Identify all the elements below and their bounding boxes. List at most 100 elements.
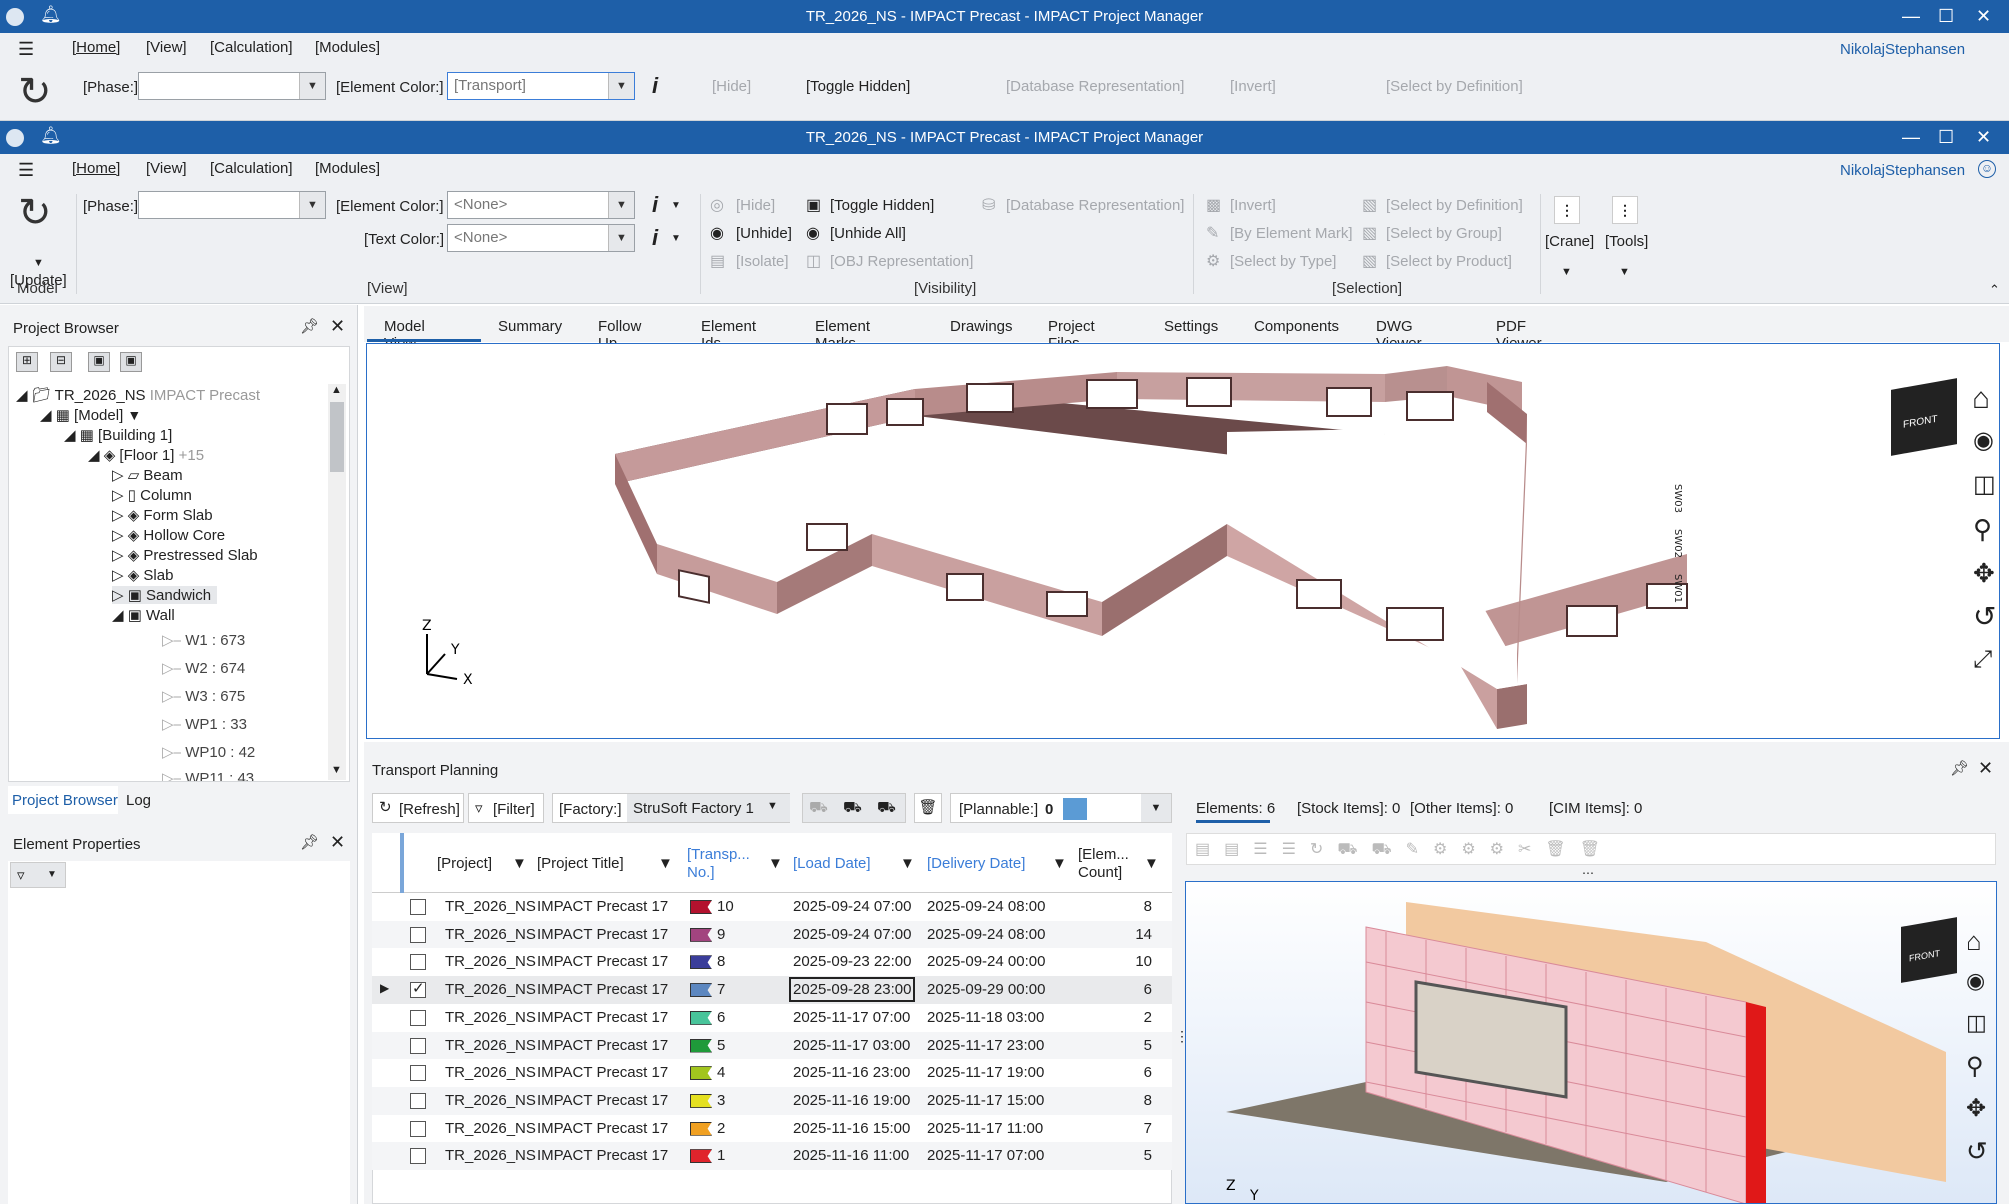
more-icon[interactable]: ⋯ — [1582, 866, 1594, 880]
tree-item-hollow-core[interactable]: ▷ ◈ Hollow Core — [112, 526, 225, 544]
text-color-combo[interactable]: <None> ▼ — [447, 224, 635, 252]
back-menu-modules[interactable]: [Modules] — [315, 39, 380, 56]
table-row[interactable]: TR_2026_NS IMPACT Precast 17 2 2025-11-16 1… — [372, 1114, 1172, 1143]
tab-summary[interactable]: Summary — [498, 318, 562, 335]
update-dropdown-icon[interactable]: ▼ — [33, 257, 44, 269]
tools-dropdown-icon[interactable]: ▼ — [1619, 266, 1630, 278]
row-checkbox[interactable] — [410, 1009, 426, 1026]
expand-all-icon[interactable]: ⊞ — [16, 352, 38, 372]
scroll-up-icon[interactable]: ▲ — [331, 384, 342, 396]
unhide-all-button[interactable]: [Unhide All] — [830, 225, 906, 242]
table-row[interactable]: TR_2026_NS IMPACT Precast 17 6 2025-11-17 0… — [372, 1003, 1172, 1032]
hide-button[interactable]: [Hide] — [712, 78, 751, 95]
zoom-window-icon[interactable]: ◫ — [1966, 1010, 1987, 1036]
tree-model[interactable]: ◢ ▦ [Model] ▼ — [40, 406, 141, 424]
pan-icon[interactable]: ✥ — [1973, 558, 1995, 589]
phase-combo[interactable]: ▼ — [138, 191, 326, 219]
tab-settings[interactable]: Settings — [1164, 318, 1218, 335]
orbit-icon[interactable]: ◉ — [1966, 968, 1985, 994]
pin-icon[interactable]: 📌︎ — [300, 833, 319, 851]
element-color-info-dropdown-icon[interactable]: ▼ — [671, 200, 681, 211]
scroll-down-icon[interactable]: ▼ — [331, 764, 342, 776]
cell-load-date[interactable]: 2025-09-28 23:00 — [788, 977, 916, 1003]
column-header-transport-no[interactable]: [Transp... No.] — [687, 846, 757, 882]
tree-item-prestressed-slab[interactable]: ▷ ◈ Prestressed Slab — [112, 546, 258, 564]
row-checkbox[interactable] — [410, 1148, 426, 1165]
tree-option2-icon[interactable]: ▣ — [120, 352, 142, 372]
element-color-combo[interactable]: <None> ▼ — [447, 191, 635, 219]
close-panel-icon[interactable]: ✕ — [1978, 758, 1993, 779]
crane-more-icon[interactable]: ⋮ — [1554, 196, 1580, 224]
filter-icon[interactable]: ▼ — [900, 855, 915, 872]
table-row[interactable]: TR_2026_NS IMPACT Precast 17 3 2025-11-16 1… — [372, 1086, 1172, 1115]
user-name[interactable]: NikolajStephansen — [1840, 162, 1965, 179]
table-row[interactable]: ▶ ✓ TR_2026_NS IMPACT Precast 17 7 2025-09-28… — [372, 976, 1172, 1005]
back-menu-view[interactable]: [View] — [146, 39, 187, 56]
unhide-button[interactable]: [Unhide] — [736, 225, 792, 242]
isolate-button[interactable]: [Isolate] — [736, 253, 789, 270]
invert-button[interactable]: [Invert] — [1230, 78, 1276, 95]
table-row[interactable]: TR_2026_NS IMPACT Precast 17 5 2025-11-17 0… — [372, 1031, 1172, 1060]
tools-more-icon[interactable]: ⋮ — [1612, 196, 1638, 224]
table-row[interactable]: TR_2026_NS IMPACT Precast 17 4 2025-11-16 2… — [372, 1059, 1172, 1088]
plannable-color-swatch[interactable] — [1063, 798, 1087, 820]
tree-option-icon[interactable]: ▣ — [88, 352, 110, 372]
minimize-icon[interactable]: — — [1902, 6, 1920, 27]
column-header-load-date[interactable]: [Load Date] — [793, 855, 871, 872]
table-row[interactable]: TR_2026_NS IMPACT Precast 17 1 2025-11-16 1… — [372, 1142, 1172, 1171]
crane-dropdown-icon[interactable]: ▼ — [1561, 266, 1572, 278]
select-by-type-button[interactable]: [Select by Type] — [1230, 253, 1336, 270]
select-by-product-button[interactable]: [Select by Product] — [1386, 253, 1512, 270]
text-color-info-icon[interactable]: i — [652, 225, 658, 251]
properties-filter-button[interactable]: ▿ ▼ — [10, 862, 66, 888]
database-representation-button[interactable]: [Database Representation] — [1006, 197, 1184, 214]
maximize-icon[interactable]: ☐ — [1938, 127, 1954, 148]
row-checkbox[interactable] — [410, 926, 426, 943]
menu-home[interactable]: [Home] — [72, 160, 120, 177]
close-icon[interactable]: ✕ — [1976, 6, 1991, 27]
row-checkbox[interactable] — [410, 1065, 426, 1082]
menu-list-icon[interactable]: ☰ — [18, 39, 34, 60]
tab-cim-items[interactable]: [CIM Items]: 0 — [1549, 800, 1642, 817]
database-representation-button[interactable]: [Database Representation] — [1006, 78, 1184, 95]
truck-select-icon[interactable]: ⛟ — [877, 799, 896, 818]
info-icon[interactable]: i — [652, 73, 658, 99]
view-cube[interactable]: FRONT — [1901, 917, 1957, 983]
refresh-icon[interactable]: ↻ — [18, 69, 52, 115]
invert-button[interactable]: [Invert] — [1230, 197, 1276, 214]
back-menu-home[interactable]: [Home] — [72, 39, 120, 56]
element-color-combo[interactable]: [Transport] ▼ — [447, 72, 635, 100]
fit-view-icon[interactable]: ⤢ — [1973, 646, 1992, 674]
tree-item-beam[interactable]: ▷ ▱ Beam — [112, 466, 183, 484]
tab-drawings[interactable]: Drawings — [950, 318, 1013, 335]
truck-add-icon[interactable]: ⛟ — [843, 799, 862, 818]
tools-button[interactable]: [Tools] — [1605, 233, 1648, 250]
phase-combo[interactable]: ▼ — [138, 72, 326, 100]
tree-item-sandwich[interactable]: ▷ ▣ Sandwich — [112, 586, 218, 604]
model-view-viewport[interactable]: SW01 SW02 SW03 Z Y X FRONT ⌂ ◉ ◫ ⚲ ✥ ↺ ⤢ — [366, 343, 2000, 739]
table-row[interactable]: TR_2026_NS IMPACT Precast 17 10 2025-09-24 … — [372, 893, 1172, 921]
row-checkbox[interactable] — [410, 899, 426, 915]
chevron-down-icon[interactable]: ▼ — [1141, 794, 1171, 822]
tree-building[interactable]: ◢ ▦ [Building 1] — [64, 426, 172, 444]
factory-combo[interactable]: StruSoft Factory 1 ▼ — [627, 794, 790, 822]
obj-representation-button[interactable]: [OBJ Representation] — [830, 253, 973, 270]
row-checkbox[interactable] — [410, 1092, 426, 1109]
column-header-project-title[interactable]: [Project Title] — [537, 855, 624, 872]
tab-log[interactable]: Log — [126, 792, 151, 809]
column-header-delivery-date[interactable]: [Delivery Date] — [927, 855, 1025, 872]
pin-icon[interactable]: 📌︎ — [300, 317, 319, 335]
tree-item-column[interactable]: ▷ ▯ Column — [112, 486, 192, 504]
tree-item-slab[interactable]: ▷ ◈ Slab — [112, 566, 173, 584]
menu-modules[interactable]: [Modules] — [315, 160, 380, 177]
filter-icon[interactable]: ▼ — [1144, 855, 1159, 872]
tree-wall-wp1[interactable]: ▷⎯ WP1 : 33 — [162, 715, 247, 733]
zoom-icon[interactable]: ⚲ — [1966, 1052, 1984, 1081]
back-menu-calculation[interactable]: [Calculation] — [210, 39, 293, 56]
close-panel-icon[interactable]: ✕ — [330, 316, 345, 337]
minimize-icon[interactable]: — — [1902, 127, 1920, 148]
select-by-definition-button[interactable]: [Select by Definition] — [1386, 78, 1523, 95]
collapse-all-icon[interactable]: ⊟ — [50, 352, 72, 372]
maximize-icon[interactable]: ☐ — [1938, 6, 1954, 27]
crane-button[interactable]: [Crane] — [1545, 233, 1594, 250]
